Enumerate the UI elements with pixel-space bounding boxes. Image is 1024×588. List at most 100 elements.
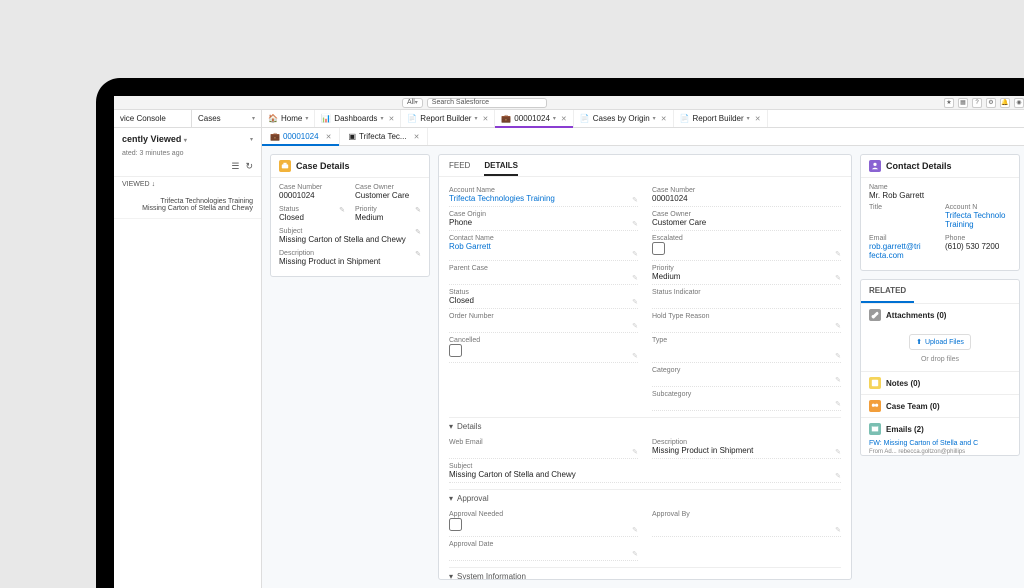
pencil-icon[interactable]: ✎ [415, 228, 421, 236]
email-icon [869, 423, 881, 435]
close-icon[interactable]: ✕ [388, 115, 394, 123]
tab-home[interactable]: 🏠 Home▾ [262, 110, 315, 127]
team-icon [869, 400, 881, 412]
left-sidebar: cently Viewed ▾ ▾ ated: 3 minutes ago ☰ … [114, 128, 262, 588]
pencil-icon[interactable]: ✎ [835, 376, 841, 384]
list-display-icon[interactable]: ☰ [231, 161, 239, 172]
app-name: vice Console [114, 110, 192, 127]
close-icon[interactable]: ✕ [661, 115, 667, 123]
pencil-icon[interactable]: ✎ [632, 220, 638, 228]
body: cently Viewed ▾ ▾ ated: 3 minutes ago ☰ … [114, 128, 1024, 588]
pencil-icon[interactable]: ✎ [415, 206, 421, 214]
upload-icon: ⬆ [916, 338, 922, 346]
field-approval-by: Approval By✎ [652, 507, 841, 537]
pencil-icon[interactable]: ✎ [415, 250, 421, 258]
section-approval[interactable]: ▾Approval [449, 489, 841, 507]
refresh-icon[interactable]: ↻ [245, 161, 253, 172]
pencil-icon[interactable]: ✎ [632, 196, 638, 204]
drop-files-label: Or drop files [921, 356, 959, 363]
pencil-icon[interactable]: ✎ [835, 274, 841, 282]
grid-icon[interactable]: ▦ [958, 98, 968, 108]
tab-details[interactable]: DETAILS [484, 161, 518, 176]
list-updated-label: ated: 3 minutes ago [114, 150, 261, 161]
case-details-col: Case Details Case Number00001024 Case Ow… [270, 154, 430, 580]
related-notes[interactable]: Notes (0) [861, 371, 1019, 394]
field-approval-date: Approval Date✎ [449, 537, 638, 561]
favorite-icon[interactable]: ★ [944, 98, 954, 108]
pencil-icon[interactable]: ✎ [632, 550, 638, 558]
tab-case-00001024[interactable]: 💼 00001024▾✕ [495, 110, 573, 127]
field-email: Emailrob.garrett@tri fecta.com [869, 233, 935, 262]
upload-files-button[interactable]: ⬆Upload Files [909, 334, 971, 350]
pencil-icon[interactable]: ✎ [632, 274, 638, 282]
related-title: RELATED [861, 280, 914, 303]
related-card: RELATED Attachments (0) ⬆Upload Files Or… [860, 279, 1020, 456]
close-icon[interactable]: ✕ [326, 133, 332, 141]
pencil-icon[interactable]: ✎ [835, 448, 841, 456]
chevron-down-icon: ▾ [449, 422, 453, 431]
global-search[interactable]: Search Salesforce [427, 98, 547, 108]
pencil-icon[interactable]: ✎ [632, 352, 638, 360]
field-case-origin: Case OriginPhone✎ [449, 207, 638, 231]
list-view-title[interactable]: cently Viewed ▾ [122, 134, 187, 144]
pencil-icon[interactable]: ✎ [835, 352, 841, 360]
field-case-number: Case Number00001024 [652, 183, 841, 207]
pencil-icon[interactable]: ✎ [835, 472, 841, 480]
attachment-icon [869, 309, 881, 321]
help-icon[interactable]: ? [972, 98, 982, 108]
related-case-team[interactable]: Case Team (0) [861, 394, 1019, 417]
close-icon[interactable]: ✕ [482, 115, 488, 123]
case-icon [279, 160, 291, 172]
list-item[interactable]: Trifecta Technologies Training Missing C… [114, 192, 261, 219]
field-contact-name: Contact NameRob Garrett✎ [449, 231, 638, 261]
avatar-icon[interactable]: ◉ [1014, 98, 1024, 108]
gear-icon[interactable]: ⚙ [986, 98, 996, 108]
home-icon: 🏠 [268, 114, 278, 123]
field-cancelled: Cancelled✎ [449, 333, 638, 363]
email-subject-link[interactable]: FW: Missing Carton of Stella and C [861, 440, 1019, 449]
object-selector[interactable]: Cases▾ [192, 110, 262, 127]
close-icon[interactable]: ✕ [561, 115, 567, 123]
pencil-icon[interactable]: ✎ [632, 448, 638, 456]
pencil-icon[interactable]: ✎ [835, 526, 841, 534]
field-type: Type✎ [652, 333, 841, 363]
section-system-info[interactable]: ▾System Information [449, 567, 841, 579]
tab-report-builder[interactable]: 📄 Report Builder▾✕ [401, 110, 495, 127]
card-title: Contact Details [886, 161, 952, 171]
tab-cases-by-origin[interactable]: 📄 Cases by Origin▾✕ [574, 110, 674, 127]
pencil-icon[interactable]: ✎ [835, 400, 841, 408]
sub-tab-account[interactable]: ▣ Trifecta Tec... ✕ [340, 128, 428, 145]
chevron-down-icon: ▾ [449, 494, 453, 503]
close-icon[interactable]: ✕ [755, 115, 761, 123]
bell-icon[interactable]: 🔔 [1000, 98, 1010, 108]
field-title: Title [869, 202, 935, 231]
pencil-icon[interactable]: ✎ [835, 322, 841, 330]
dashboard-icon: 📊 [321, 114, 331, 123]
scope-pill[interactable]: All ▾ [402, 98, 423, 108]
escalated-checkbox[interactable] [652, 242, 665, 255]
pencil-icon[interactable]: ✎ [339, 206, 345, 214]
cancelled-checkbox[interactable] [449, 344, 462, 357]
field-case-owner: Case OwnerCustomer Care [355, 182, 421, 202]
sub-tab-case[interactable]: 💼 00001024 ✕ [262, 128, 340, 145]
pencil-icon[interactable]: ✎ [632, 298, 638, 306]
pencil-icon[interactable]: ✎ [632, 322, 638, 330]
close-icon[interactable]: ✕ [414, 133, 420, 141]
pencil-icon[interactable]: ✎ [632, 526, 638, 534]
tab-feed[interactable]: FEED [449, 161, 470, 176]
record-detail-panel: FEED DETAILS Account NameTrifecta Techno… [438, 154, 852, 580]
field-case-number: Case Number00001024 [279, 182, 345, 202]
workspace-tabs: vice Console Cases▾ 🏠 Home▾ 📊 Dashboards… [114, 110, 1024, 128]
pencil-icon[interactable]: ✎ [835, 250, 841, 258]
laptop-frame: All ▾ Search Salesforce ★ ▦ ? ⚙ 🔔 ◉ vice… [96, 78, 1024, 588]
tab-dashboards[interactable]: 📊 Dashboards▾✕ [315, 110, 401, 127]
list-filter-icon[interactable]: ▾ [250, 136, 253, 143]
pencil-icon[interactable]: ✎ [632, 250, 638, 258]
field-subject: ✎SubjectMissing Carton of Stella and Che… [279, 226, 421, 246]
section-details[interactable]: ▾Details [449, 417, 841, 435]
tab-report-builder-2[interactable]: 📄 Report Builder▾✕ [674, 110, 768, 127]
related-emails[interactable]: Emails (2) [861, 417, 1019, 440]
field-priority: ✎PriorityMedium [355, 204, 421, 224]
related-attachments[interactable]: Attachments (0) [861, 304, 1019, 326]
approval-checkbox[interactable] [449, 518, 462, 531]
